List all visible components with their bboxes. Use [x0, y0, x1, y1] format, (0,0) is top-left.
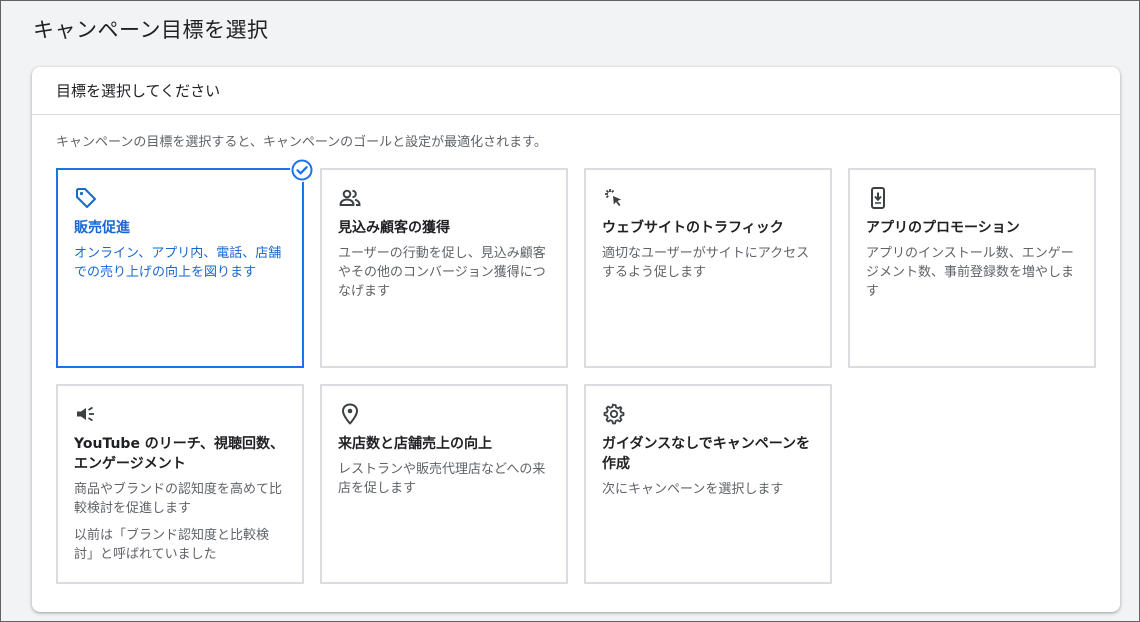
window-frame: キャンペーン目標を選択 目標を選択してください キャンペーンの目標を選択すると、…	[0, 0, 1140, 622]
card-title: 来店数と店舗売上の向上	[338, 436, 492, 452]
card-title: 販売促進	[74, 220, 130, 236]
goal-card-leads[interactable]: 見込み顧客の獲得 ユーザーの行動を促し、見込み顧客やその他のコンバージョン獲得に…	[320, 168, 568, 368]
phone-download-icon	[871, 187, 885, 209]
tag-icon	[76, 188, 96, 208]
check-circle-icon	[290, 158, 314, 182]
goal-card-sales[interactable]: 販売促進 オンライン、アプリ内、電話、店舗での売り上げの向上を図ります	[56, 158, 314, 368]
panel-header: 目標を選択してください	[32, 67, 1120, 115]
goal-panel: 目標を選択してください キャンペーンの目標を選択すると、キャンペーンのゴールと設…	[32, 67, 1120, 612]
goal-card-website-traffic[interactable]: ウェブサイトのトラフィック 適切なユーザーがサイトにアクセスするよう促します	[584, 168, 832, 368]
cursor-click-icon	[605, 189, 621, 206]
goal-card-app-promotion[interactable]: アプリのプロモーション アプリのインストール数、エンゲージメント数、事前登録数を…	[848, 168, 1096, 368]
card-description: 商品やブランドの認知度を高めて比較検討を促進します	[74, 482, 283, 516]
page-title: キャンペーン目標を選択	[33, 18, 269, 42]
card-note: 以前は「ブランド認知度と比較検討」と呼ばれていました	[74, 528, 270, 562]
goal-card-no-guidance[interactable]: ガイダンスなしでキャンペーンを作成 次にキャンペーンを選択します	[584, 384, 832, 584]
card-title: 見込み顧客の獲得	[338, 220, 450, 236]
goal-card-youtube-reach[interactable]: YouTube のリーチ、視聴回数、エンゲージメント 商品やブランドの認知度を高…	[56, 384, 304, 584]
gear-icon	[603, 403, 625, 425]
card-description: 適切なユーザーがサイトにアクセスするよう促します	[602, 246, 810, 280]
card-title: ガイダンスなしでキャンペーンを作成	[602, 436, 811, 472]
card-title: YouTube のリーチ、視聴回数、エンゲージメント	[74, 436, 284, 472]
panel-description: キャンペーンの目標を選択すると、キャンペーンのゴールと設定が最適化されます。	[56, 135, 547, 150]
people-icon	[339, 189, 361, 206]
card-description: 次にキャンペーンを選択します	[602, 482, 784, 497]
card-description: レストランや販売代理店などへの来店を促します	[338, 462, 546, 496]
goal-card-store-visits[interactable]: 来店数と店舗売上の向上 レストランや販売代理店などへの来店を促します	[320, 384, 568, 584]
card-description: オンライン、アプリ内、電話、店舗での売り上げの向上を図ります	[74, 246, 282, 280]
card-description: アプリのインストール数、エンゲージメント数、事前登録数を増やします	[866, 246, 1075, 299]
card-title: アプリのプロモーション	[866, 220, 1020, 236]
megaphone-icon	[77, 406, 94, 422]
card-title: ウェブサイトのトラフィック	[602, 220, 784, 236]
location-pin-icon	[342, 403, 358, 425]
card-description: ユーザーの行動を促し、見込み顧客やその他のコンバージョン獲得につなげます	[338, 246, 546, 299]
